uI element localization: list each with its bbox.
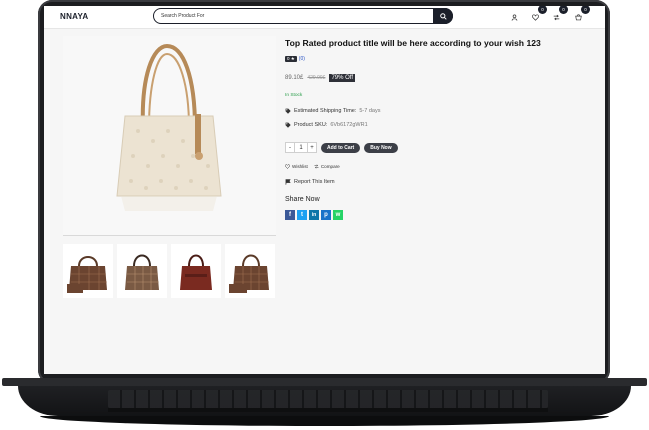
heart-icon [285, 164, 290, 169]
sku-value: 6Vb6172gWR1 [330, 122, 368, 128]
search-button[interactable] [433, 8, 453, 24]
keyboard-space-row [108, 408, 548, 412]
laptop-foot [40, 416, 609, 426]
cart-header-button[interactable]: 0 [573, 6, 590, 22]
report-label: Report This Item [294, 179, 335, 185]
thumbnail-1[interactable] [63, 244, 113, 298]
product-sku: Product SKU: 6Vb6172gWR1 [285, 122, 368, 128]
whatsapp-share-button[interactable]: w [333, 210, 343, 220]
cart-icon [574, 13, 582, 20]
share-buttons: f t in p w [285, 210, 343, 220]
sku-label: Product SKU: [294, 122, 328, 128]
main-product-image[interactable] [63, 36, 276, 236]
linkedin-icon: in [311, 212, 317, 218]
compare-label: Compare [320, 164, 340, 169]
stock-status: In Stock [285, 93, 303, 98]
qty-increase-button[interactable]: + [307, 142, 317, 153]
shipping-value: 5-7 days [359, 108, 381, 114]
compare-count-badge: 0 [559, 6, 568, 14]
user-icon[interactable] [509, 12, 519, 22]
qty-decrease-button[interactable]: - [285, 142, 295, 153]
keyboard-keys [108, 390, 548, 408]
tag-icon [285, 108, 291, 114]
compare-icon [314, 164, 319, 169]
secondary-actions: Wishlist Compare [285, 164, 340, 169]
rating-badge: 0 ★ [285, 56, 297, 62]
wishlist-count-badge: 0 [538, 6, 547, 14]
linkedin-share-button[interactable]: in [309, 210, 319, 220]
whatsapp-icon: w [335, 212, 341, 218]
pinterest-icon: p [324, 212, 328, 218]
search-input[interactable] [161, 11, 421, 21]
laptop-keyboard [18, 386, 631, 416]
add-to-cart-button[interactable]: Add to Cart [321, 142, 361, 153]
compare-link[interactable]: Compare [314, 164, 340, 169]
compare-header-button[interactable]: 0 [551, 6, 568, 22]
product-title: Top Rated product title will be here acc… [285, 38, 541, 48]
facebook-share-button[interactable]: f [285, 210, 295, 220]
current-price: 89.10£ [285, 75, 304, 81]
search-icon [439, 12, 447, 20]
compare-icon [553, 14, 559, 20]
quantity-field[interactable]: 1 [295, 142, 307, 153]
shipping-time: Estimated Shipping Time: 5-7 days [285, 108, 380, 114]
facebook-icon: f [289, 212, 291, 218]
rating: 0 ★ (0) [285, 56, 305, 62]
discount-badge: 79% Off [329, 74, 356, 82]
laptop-base [0, 378, 649, 430]
thumbnail-3[interactable] [171, 244, 221, 298]
wishlist-label: Wishlist [292, 164, 308, 169]
site-logo[interactable]: NNAYA [60, 12, 88, 21]
tote-bag-image [116, 43, 222, 211]
twitter-share-button[interactable]: t [297, 210, 307, 220]
laptop-hinge [2, 378, 647, 386]
shipping-label: Estimated Shipping Time: [294, 108, 357, 114]
old-price: 429.99£ [307, 75, 326, 81]
review-count-link[interactable]: (0) [299, 56, 305, 62]
report-item-link[interactable]: Report This Item [285, 179, 335, 185]
heart-icon [531, 13, 539, 21]
price-row: 89.10£ 429.99£ 79% Off [285, 74, 356, 82]
wishlist-link[interactable]: Wishlist [285, 164, 308, 169]
quantity-and-actions: - 1 + Add to Cart Buy Now [285, 142, 398, 153]
cart-count-badge: 0 [581, 6, 590, 14]
flag-icon [285, 179, 291, 185]
search-bar [153, 8, 453, 24]
site-header: NNAYA 0 0 0 [44, 6, 605, 29]
share-title: Share Now [285, 196, 320, 203]
pinterest-share-button[interactable]: p [321, 210, 331, 220]
thumbnail-strip [63, 244, 276, 304]
buy-now-button[interactable]: Buy Now [364, 142, 398, 153]
thumbnail-2[interactable] [117, 244, 167, 298]
thumbnail-4[interactable] [225, 244, 275, 298]
browser-viewport: NNAYA 0 0 0 [44, 6, 605, 374]
twitter-icon: t [301, 212, 303, 218]
tag-icon [285, 122, 291, 128]
wishlist-header-button[interactable]: 0 [530, 6, 547, 22]
